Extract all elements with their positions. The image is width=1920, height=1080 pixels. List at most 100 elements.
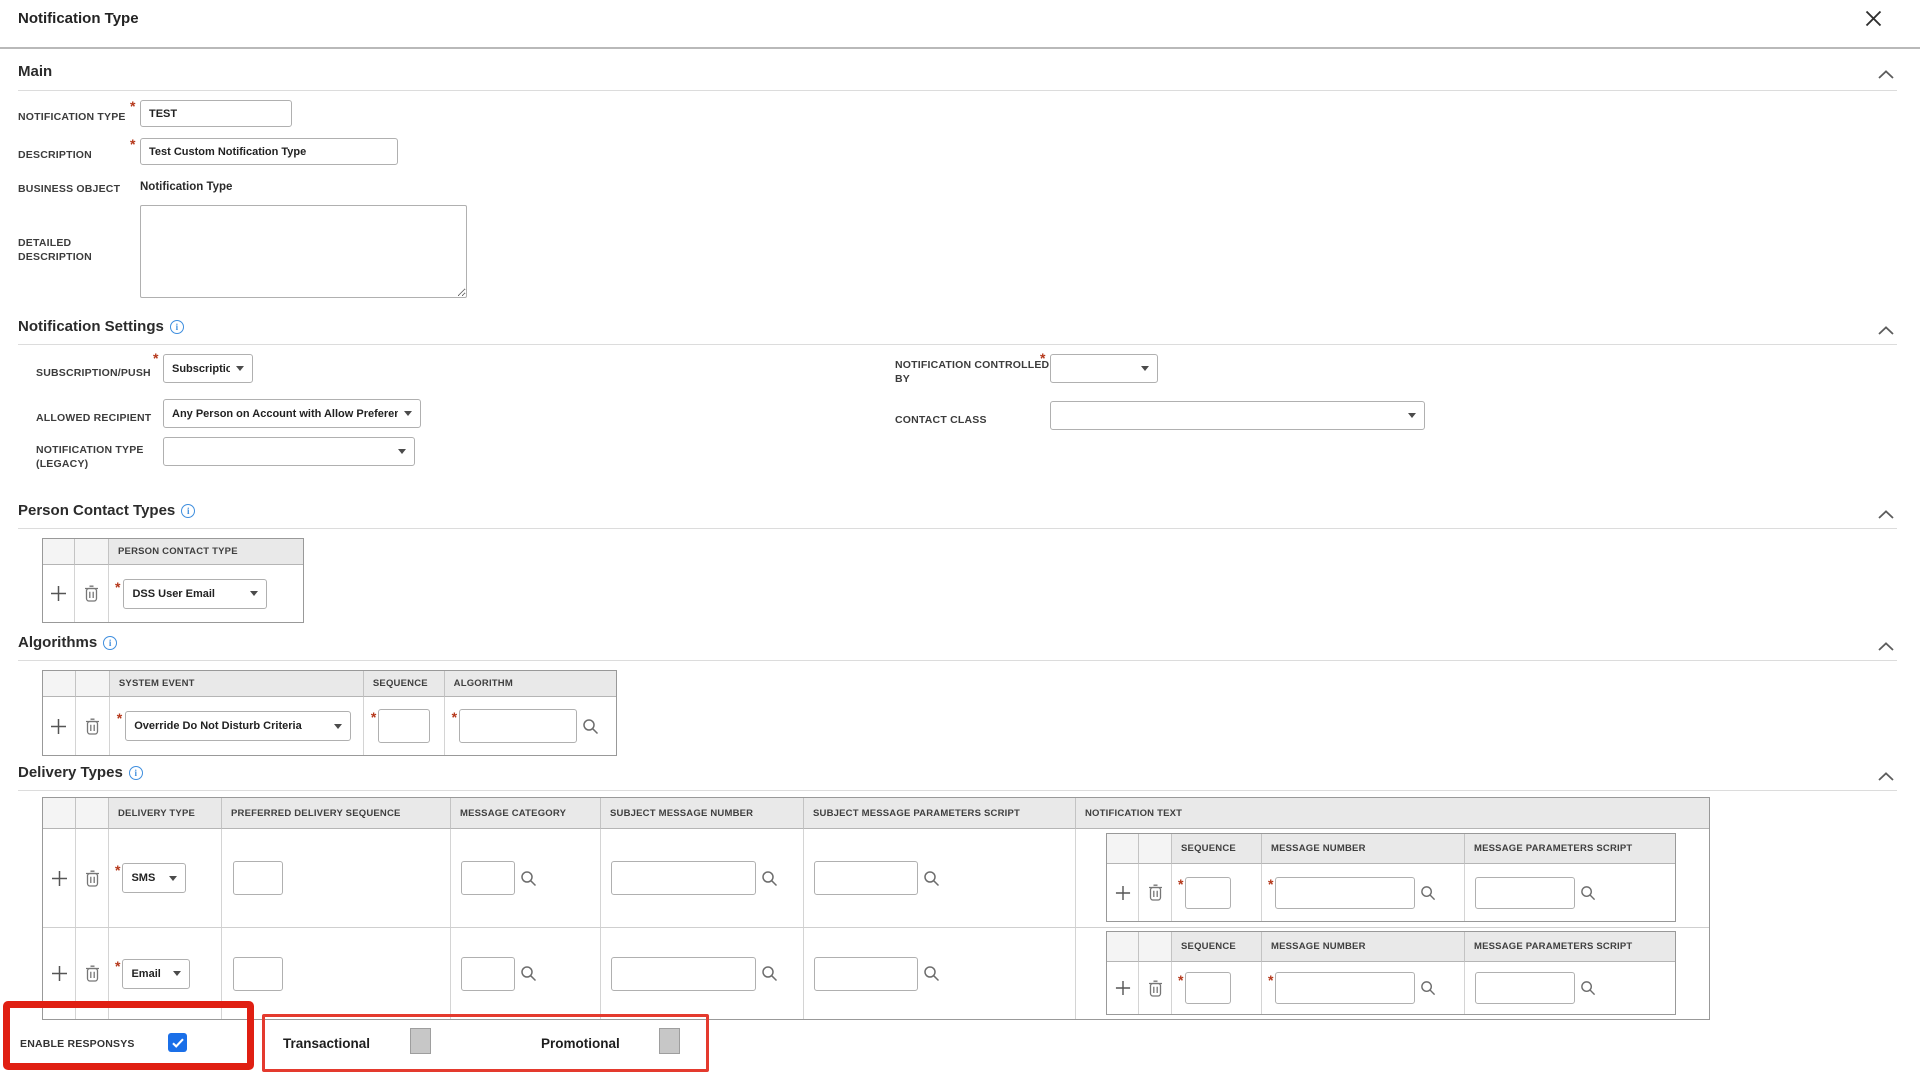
- add-row-icon[interactable]: [43, 928, 76, 1019]
- message-parameters-script-input[interactable]: [1475, 877, 1575, 909]
- allowed-recipient-dropdown[interactable]: Any Person on Account with Allow Prefere…: [163, 399, 421, 428]
- enable-responsys-checkbox[interactable]: [168, 1033, 187, 1052]
- subscription-push-label: SUBSCRIPTION/PUSH: [36, 366, 151, 380]
- search-icon[interactable]: [582, 718, 599, 735]
- search-icon[interactable]: [923, 870, 940, 887]
- message-parameters-script-input[interactable]: [1475, 972, 1575, 1004]
- search-icon[interactable]: [1420, 885, 1436, 901]
- algorithms-table: SYSTEM EVENT SEQUENCE ALGORITHM * Overri…: [42, 670, 617, 756]
- system-event-column-header: SYSTEM EVENT: [110, 671, 364, 697]
- sequence-column-header: SEQUENCE: [1172, 932, 1262, 962]
- search-icon[interactable]: [1580, 980, 1596, 996]
- delete-row-icon[interactable]: [75, 565, 109, 622]
- required-marker: *: [1268, 975, 1273, 985]
- person-contact-type-column-header: PERSON CONTACT TYPE: [109, 539, 303, 565]
- message-category-input[interactable]: [461, 957, 515, 991]
- table-row: * *: [1107, 864, 1675, 921]
- search-icon[interactable]: [1580, 885, 1596, 901]
- collapse-algorithms-icon[interactable]: [1876, 640, 1896, 652]
- chevron-down-icon: [1141, 366, 1149, 371]
- person-contact-type-dropdown[interactable]: DSS User Email: [123, 579, 267, 609]
- algorithm-sequence-input[interactable]: [378, 709, 430, 743]
- delete-row-icon[interactable]: [1139, 962, 1172, 1014]
- delete-row-icon[interactable]: [76, 697, 110, 755]
- required-marker: *: [1268, 879, 1273, 889]
- delete-row-icon[interactable]: [1139, 864, 1172, 921]
- delivery-type-dropdown[interactable]: SMS: [122, 863, 186, 893]
- algorithm-input[interactable]: [459, 709, 577, 743]
- table-row: * DSS User Email: [43, 565, 303, 622]
- notification-type-label: NOTIFICATION TYPE: [18, 110, 126, 124]
- section-divider: [18, 660, 1897, 661]
- business-object-value: Notification Type: [140, 181, 232, 193]
- preferred-delivery-sequence-column-header: PREFERRED DELIVERY SEQUENCE: [222, 798, 451, 829]
- info-icon[interactable]: [181, 504, 195, 518]
- message-parameters-script-column-header: MESSAGE PARAMETERS SCRIPT: [1465, 932, 1675, 962]
- search-icon[interactable]: [1420, 980, 1436, 996]
- required-marker: *: [115, 865, 120, 875]
- collapse-delivery-types-icon[interactable]: [1876, 770, 1896, 782]
- add-row-icon[interactable]: [1107, 864, 1139, 921]
- required-marker: *: [153, 353, 158, 363]
- notification-type-dialog: Notification Type Main NOTIFICATION TYPE…: [0, 0, 1920, 1080]
- info-icon[interactable]: [170, 320, 184, 334]
- info-icon[interactable]: [129, 766, 143, 780]
- search-icon[interactable]: [761, 965, 778, 982]
- message-number-input[interactable]: [1275, 972, 1415, 1004]
- contact-class-dropdown[interactable]: [1050, 401, 1425, 430]
- required-marker: *: [115, 582, 120, 592]
- search-icon[interactable]: [923, 965, 940, 982]
- enable-responsys-label: ENABLE RESPONSYS: [20, 1038, 135, 1050]
- chevron-down-icon: [334, 724, 342, 729]
- search-icon[interactable]: [761, 870, 778, 887]
- collapse-main-icon[interactable]: [1876, 68, 1896, 80]
- description-input[interactable]: [140, 138, 398, 165]
- chevron-down-icon: [250, 591, 258, 596]
- close-icon[interactable]: [1860, 5, 1886, 31]
- subject-message-parameters-script-input[interactable]: [814, 861, 918, 895]
- add-row-icon[interactable]: [43, 829, 76, 927]
- subject-message-parameters-script-input[interactable]: [814, 957, 918, 991]
- preferred-delivery-sequence-input[interactable]: [233, 957, 283, 991]
- subject-message-parameters-script-column-header: SUBJECT MESSAGE PARAMETERS SCRIPT: [804, 798, 1076, 829]
- system-event-dropdown[interactable]: Override Do Not Disturb Criteria: [125, 711, 351, 741]
- promotional-checkbox[interactable]: [659, 1028, 680, 1054]
- detailed-description-label: DETAILED DESCRIPTION: [18, 236, 130, 264]
- add-row-icon[interactable]: [1107, 962, 1139, 1014]
- message-category-input[interactable]: [461, 861, 515, 895]
- section-title-delivery-types: Delivery Types: [18, 764, 123, 781]
- collapse-notification-settings-icon[interactable]: [1876, 324, 1896, 336]
- detailed-description-textarea[interactable]: [140, 205, 467, 298]
- transactional-checkbox[interactable]: [410, 1028, 431, 1054]
- message-number-column-header: MESSAGE NUMBER: [1262, 834, 1465, 864]
- algorithm-column-header: ALGORITHM: [445, 671, 616, 697]
- delete-row-icon[interactable]: [76, 928, 109, 1019]
- info-icon[interactable]: [103, 636, 117, 650]
- required-marker: *: [130, 139, 135, 149]
- chevron-down-icon: [404, 411, 412, 416]
- notification-text-sequence-input[interactable]: [1185, 972, 1231, 1004]
- notification-type-input[interactable]: [140, 100, 292, 127]
- preferred-delivery-sequence-input[interactable]: [233, 861, 283, 895]
- section-title-person-contact-types: Person Contact Types: [18, 502, 175, 519]
- notification-type-legacy-dropdown[interactable]: [163, 437, 415, 466]
- notification-controlled-by-label: NOTIFICATION CONTROLLED BY: [895, 358, 1053, 386]
- subscription-push-dropdown[interactable]: Subscription: [163, 354, 253, 383]
- subject-message-number-input[interactable]: [611, 957, 756, 991]
- message-number-input[interactable]: [1275, 877, 1415, 909]
- notification-text-sequence-input[interactable]: [1185, 877, 1231, 909]
- notification-controlled-by-dropdown[interactable]: [1050, 354, 1158, 383]
- notification-type-legacy-label: NOTIFICATION TYPE (LEGACY): [36, 443, 176, 471]
- search-icon[interactable]: [520, 965, 537, 982]
- business-object-label: BUSINESS OBJECT: [18, 182, 120, 196]
- section-title-notification-settings: Notification Settings: [18, 318, 164, 335]
- collapse-person-contact-types-icon[interactable]: [1876, 508, 1896, 520]
- delete-row-icon[interactable]: [76, 829, 109, 927]
- required-marker: *: [117, 713, 122, 723]
- search-icon[interactable]: [520, 870, 537, 887]
- subject-message-number-input[interactable]: [611, 861, 756, 895]
- add-row-icon[interactable]: [43, 565, 75, 622]
- add-row-icon[interactable]: [43, 697, 76, 755]
- delivery-type-dropdown[interactable]: Email: [122, 959, 190, 989]
- person-contact-types-table: PERSON CONTACT TYPE * DSS User Email: [42, 538, 304, 623]
